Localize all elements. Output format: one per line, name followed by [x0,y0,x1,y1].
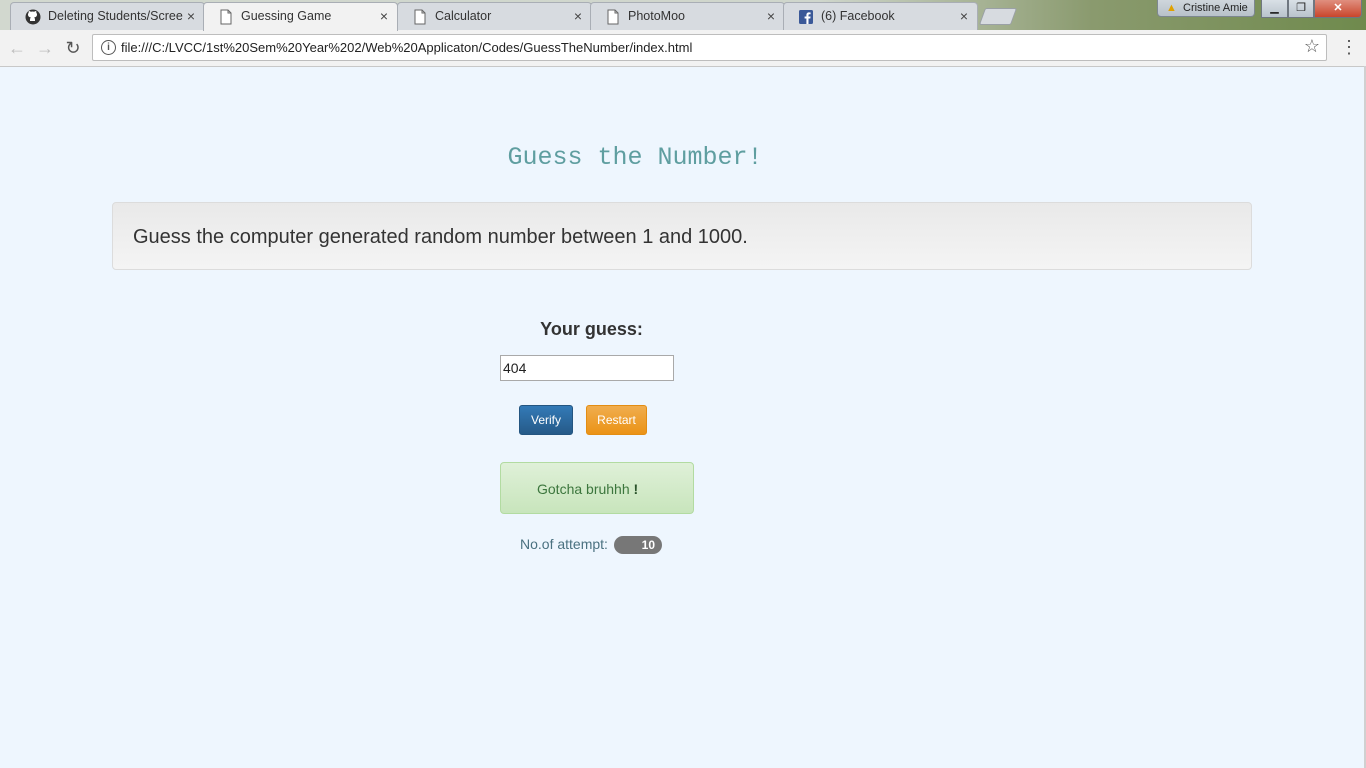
tab-title: Calculator [435,9,492,23]
verify-button[interactable]: Verify [519,405,573,435]
guess-label: Your guess: [540,319,643,339]
document-icon [220,9,232,25]
result-message: Gotcha bruhhh ! [537,481,638,497]
forward-arrow-icon[interactable]: → [34,37,56,59]
document-icon [607,9,619,25]
tab-calculator[interactable]: Calculator × [397,2,592,30]
reload-icon[interactable]: ↻ [62,37,84,59]
close-tab-icon[interactable]: × [960,8,968,24]
instructions-panel: Guess the computer generated random numb… [112,202,1252,270]
result-message-text: Gotcha bruhhh [537,481,630,497]
tab-facebook[interactable]: (6) Facebook × [783,2,978,30]
back-arrow-icon[interactable]: ← [6,37,28,59]
browser-toolbar: ← → ↻ i file:///C:/LVCC/1st%20Sem%20Year… [0,30,1366,67]
close-tab-icon[interactable]: × [574,8,582,24]
result-alert: Gotcha bruhhh ! [500,462,694,514]
tab-deleting-students[interactable]: Deleting Students/Screen × [10,2,205,30]
tab-title: (6) Facebook [821,9,895,23]
profile-button[interactable]: ▲ Cristine Amie [1157,0,1255,17]
restore-button[interactable]: ❐ [1288,0,1314,18]
guess-input[interactable] [500,355,674,381]
close-tab-icon[interactable]: × [187,8,195,24]
new-tab-button[interactable] [978,8,1018,25]
menu-icon[interactable]: ⋮ [1340,38,1358,58]
close-tab-icon[interactable]: × [380,8,388,24]
address-bar[interactable]: i file:///C:/LVCC/1st%20Sem%20Year%202/W… [92,34,1327,61]
facebook-icon [799,10,813,24]
info-icon[interactable]: i [101,40,116,55]
tab-title: Guessing Game [241,9,332,23]
github-icon [25,9,41,25]
instructions-text: Guess the computer generated random numb… [133,226,748,248]
minimize-button[interactable]: ▁ [1261,0,1288,18]
tab-title: Deleting Students/Screen [48,9,183,23]
tab-guessing-game[interactable]: Guessing Game × [203,2,398,31]
close-tab-icon[interactable]: × [767,8,775,24]
attempt-label: No.of attempt: [520,536,608,552]
document-icon [414,9,426,25]
tab-photomoo[interactable]: PhotoMoo × [590,2,785,30]
attempt-count-badge: 10 [614,536,662,554]
tab-strip: Deleting Students/Screen × Calculator × … [0,0,1366,31]
warning-icon: ▲ [1166,2,1177,14]
close-window-button[interactable]: ✕ [1314,0,1362,18]
page-title: Guess the Number! [507,143,763,172]
restart-button[interactable]: Restart [586,405,647,435]
url-text: file:///C:/LVCC/1st%20Sem%20Year%202/Web… [121,40,693,55]
result-suffix: ! [633,481,639,497]
bookmark-star-icon[interactable]: ☆ [1304,36,1320,57]
tab-title: PhotoMoo [628,9,685,23]
profile-name: Cristine Amie [1183,2,1248,14]
